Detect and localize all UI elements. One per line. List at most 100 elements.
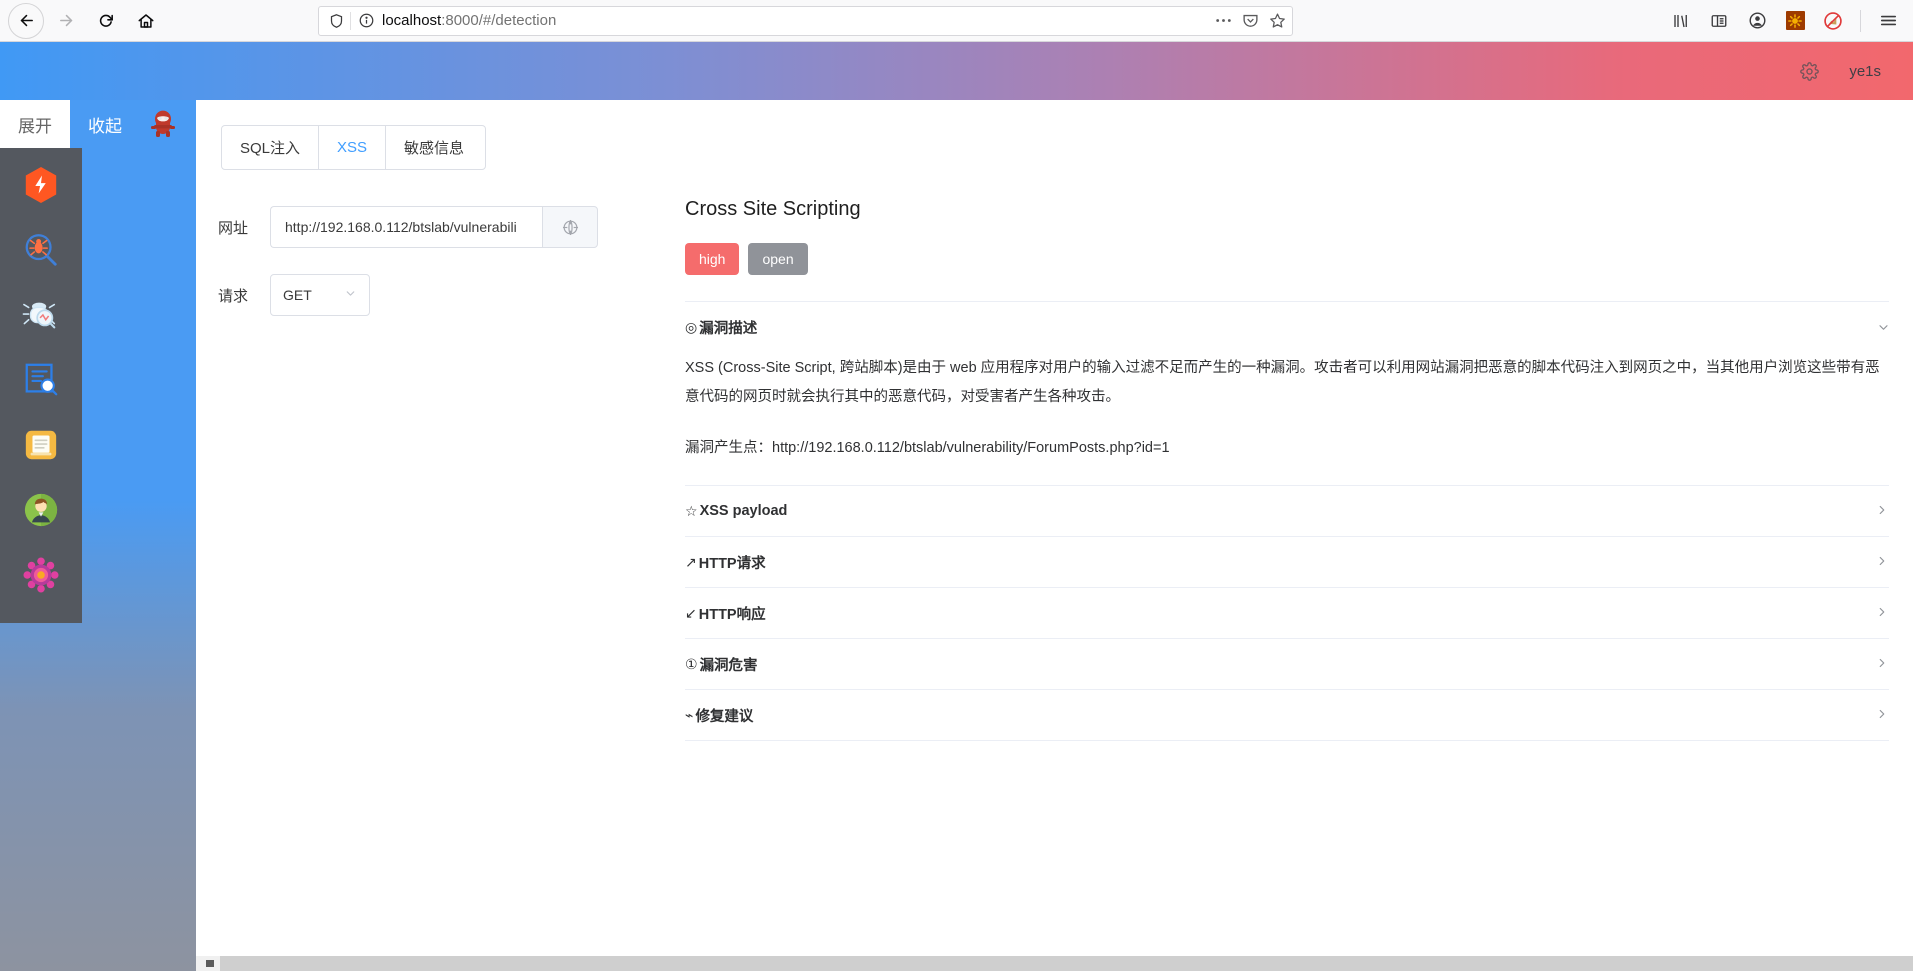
accordion-title: HTTP响应 xyxy=(698,606,766,623)
url-path: :8000/#/detection xyxy=(441,12,557,29)
accordion-header[interactable]: ① 漏洞危害 xyxy=(685,639,1889,689)
detail-accordion: ◎ 漏洞描述 XSS (Cross-Site Script, 跨站脚本)是由于 … xyxy=(685,301,1889,741)
method-value: GET xyxy=(283,287,312,303)
method-label: 请求 xyxy=(218,287,249,305)
tab-sql-injection[interactable]: SQL注入 xyxy=(222,126,318,169)
bug-magnifier-icon[interactable] xyxy=(18,227,64,273)
address-bar[interactable]: localhost:8000/#/detection xyxy=(318,5,1293,36)
url-host: localhost xyxy=(382,12,442,29)
accordion-item-remediation: ⌁ 修复建议 xyxy=(685,690,1889,741)
urlbar-divider xyxy=(350,11,351,30)
severity-badge[interactable]: high xyxy=(685,243,740,275)
url-input-group xyxy=(270,206,598,248)
spiderman-mascot-icon xyxy=(148,109,178,141)
arrow-up-right-icon: ↗ xyxy=(685,553,697,570)
ellipsis-icon[interactable] xyxy=(1215,18,1232,23)
chevron-right-icon xyxy=(1875,707,1889,724)
accordion-title: XSS payload xyxy=(699,503,788,519)
tab-label: 敏感信息 xyxy=(404,140,465,157)
url-input[interactable] xyxy=(270,206,542,248)
tab-xss[interactable]: XSS xyxy=(318,126,385,169)
accordion-title: 漏洞描述 xyxy=(699,320,758,337)
navigation-buttons xyxy=(8,2,164,39)
browser-toolbar-right xyxy=(1664,4,1905,38)
toolbar-divider xyxy=(1860,9,1861,32)
document-search-icon[interactable] xyxy=(18,357,64,403)
pocket-icon[interactable] xyxy=(1242,12,1259,29)
accordion-header[interactable]: ⌁ 修复建议 xyxy=(685,690,1889,740)
collapse-button[interactable]: 收起 xyxy=(70,100,140,148)
method-select[interactable]: GET xyxy=(270,274,370,316)
chevron-down-icon xyxy=(344,287,357,303)
chevron-right-icon xyxy=(1875,656,1889,673)
crosshair-globe-icon[interactable] xyxy=(542,206,598,248)
expand-label: 展开 xyxy=(18,116,52,136)
content-area: SQL注入 XSS 敏感信息 网址 http://192.168.0.112/b… xyxy=(196,100,1913,971)
icon-rail xyxy=(0,148,82,623)
badge-group: high open xyxy=(685,243,1889,275)
hamburger-menu-icon[interactable] xyxy=(1871,4,1905,38)
chevron-right-icon xyxy=(1875,605,1889,622)
accordion-header[interactable]: ↗ HTTP请求 xyxy=(685,537,1889,587)
accordion-header[interactable]: ☆ XSS payload xyxy=(685,486,1889,536)
accordion-item-payload: ☆ XSS payload xyxy=(685,486,1889,537)
link-icon: ⌁ xyxy=(685,706,694,723)
warning-circle-icon: ① xyxy=(685,655,698,672)
description-paragraph: XSS (Cross-Site Script, 跨站脚本)是由于 web 应用程… xyxy=(685,360,1880,405)
method-row: 请求 GET xyxy=(196,274,661,316)
sidebar-panel-icon[interactable] xyxy=(1702,4,1736,38)
status-badge[interactable]: open xyxy=(748,243,808,275)
accordion-title: 修复建议 xyxy=(695,708,754,725)
blocked-icon[interactable] xyxy=(1816,4,1850,38)
star-icon: ☆ xyxy=(685,502,698,519)
accordion-item-description: ◎ 漏洞描述 XSS (Cross-Site Script, 跨站脚本)是由于 … xyxy=(685,302,1889,486)
extension-gear-icon[interactable] xyxy=(1778,4,1812,38)
vulnerability-detail: Cross Site Scripting high open ◎ 漏洞描述 XS… xyxy=(661,170,1913,741)
forward-icon[interactable] xyxy=(48,3,84,39)
hexagon-bolt-icon[interactable] xyxy=(18,162,64,208)
vulnerable-point: 漏洞产生点：http://192.168.0.112/btslab/vulner… xyxy=(685,440,1170,456)
horizontal-scrollbar[interactable] xyxy=(196,956,1913,971)
account-circle-icon[interactable] xyxy=(1740,4,1774,38)
gear-icon[interactable] xyxy=(1800,61,1820,81)
browser-toolbar: localhost:8000/#/detection xyxy=(0,0,1913,42)
shield-icon xyxy=(329,13,344,29)
tab-label: XSS xyxy=(337,139,368,156)
accordion-header[interactable]: ◎ 漏洞描述 xyxy=(685,302,1889,352)
tab-label: SQL注入 xyxy=(240,140,301,157)
arrow-down-left-icon: ↙ xyxy=(685,604,697,621)
notes-icon[interactable] xyxy=(18,422,64,468)
chevron-down-icon xyxy=(1874,320,1891,334)
accordion-item-http-request: ↗ HTTP请求 xyxy=(685,537,1889,588)
reload-icon[interactable] xyxy=(88,3,124,39)
tab-sensitive-info[interactable]: 敏感信息 xyxy=(385,126,482,169)
url-row: 网址 xyxy=(196,206,661,248)
app-header: ye1s xyxy=(0,42,1913,100)
detection-tabs: SQL注入 XSS 敏感信息 xyxy=(221,125,486,170)
accordion-title: HTTP请求 xyxy=(698,555,766,572)
chevron-right-icon xyxy=(1875,554,1889,571)
scan-form: 网址 请求 xyxy=(196,170,661,741)
scrollbar-thumb[interactable] xyxy=(206,960,214,967)
back-icon[interactable] xyxy=(8,2,44,39)
library-icon[interactable] xyxy=(1664,4,1698,38)
username-label[interactable]: ye1s xyxy=(1849,63,1881,80)
bug-scan-icon[interactable] xyxy=(18,292,64,338)
accordion-item-http-response: ↙ HTTP响应 xyxy=(685,588,1889,639)
side-panel: 展开 收起 xyxy=(0,100,196,971)
accordion-header[interactable]: ↙ HTTP响应 xyxy=(685,588,1889,638)
accordion-body: XSS (Cross-Site Script, 跨站脚本)是由于 web 应用程… xyxy=(685,352,1889,485)
collapse-label: 收起 xyxy=(88,116,122,136)
bookmark-star-icon[interactable] xyxy=(1269,12,1286,29)
app-body: 展开 收起 SQL注入 XSS 敏感信息 网址 http://192.168.0… xyxy=(0,100,1913,971)
page-title: Cross Site Scripting xyxy=(685,198,861,220)
expand-button[interactable]: 展开 xyxy=(0,100,70,148)
settings-flower-icon[interactable] xyxy=(18,552,64,598)
chevron-right-icon xyxy=(1875,503,1889,520)
url-text[interactable]: localhost:8000/#/detection xyxy=(382,12,1205,29)
home-icon[interactable] xyxy=(128,3,164,39)
accordion-title: 漏洞危害 xyxy=(699,657,758,674)
user-avatar-icon[interactable] xyxy=(18,487,64,533)
accordion-item-risk: ① 漏洞危害 xyxy=(685,639,1889,690)
info-circle-icon[interactable] xyxy=(359,13,374,28)
